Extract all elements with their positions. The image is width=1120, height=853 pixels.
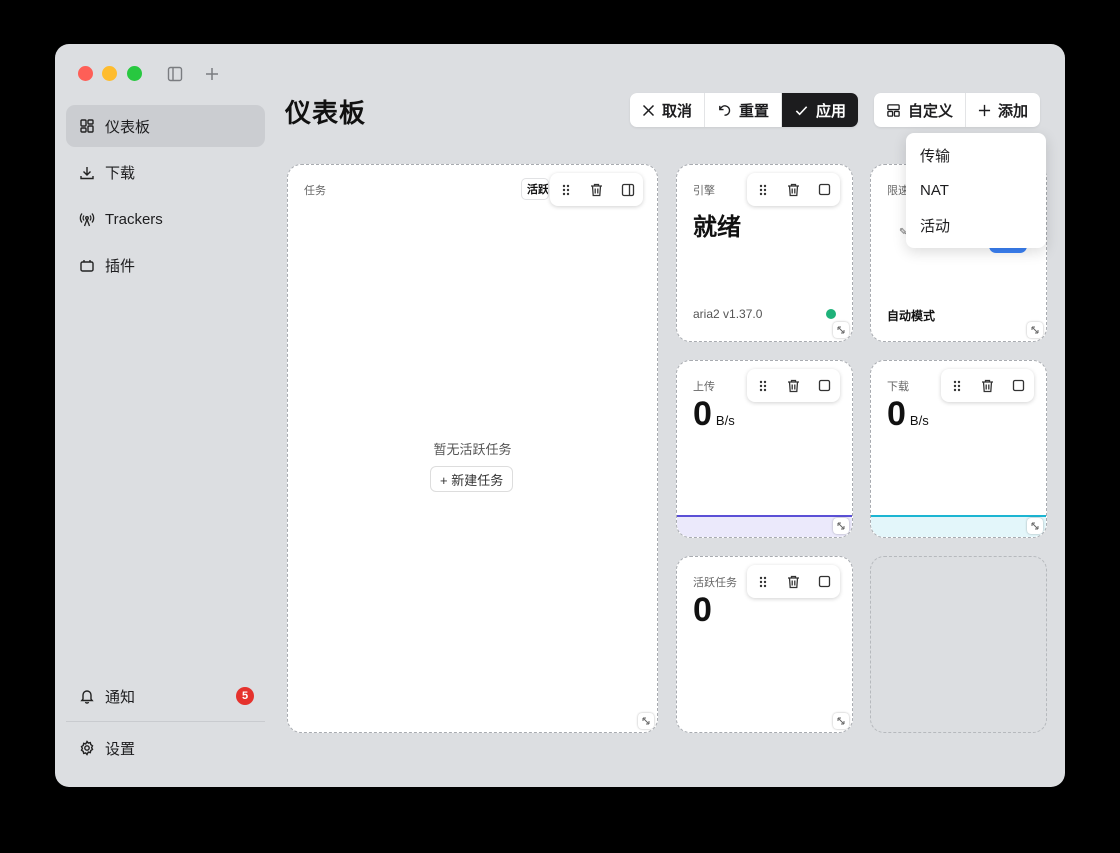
sidebar-item-label: 设置 — [105, 740, 136, 758]
sidebar-item-settings[interactable]: 设置 — [66, 727, 265, 769]
active-tasks-count: 0 — [693, 591, 712, 629]
empty-widget-slot[interactable] — [870, 556, 1047, 733]
sidebar-item-label: 通知 — [105, 688, 136, 706]
app-window: 仪表板 下载 Trackers 插件 通知 5 设置 仪表板 取消 重置 应用 … — [55, 44, 1065, 787]
close-window-button[interactable] — [78, 66, 93, 81]
widget-toolbar — [747, 369, 840, 402]
engine-status-indicator — [826, 309, 836, 319]
sidebar-toggle-icon[interactable] — [166, 65, 184, 83]
gear-icon — [78, 739, 96, 757]
trash-icon[interactable] — [972, 369, 1003, 402]
engine-widget: 引擎 就绪 aria2 v1.37.0 — [676, 164, 853, 342]
widget-label: 任务 — [304, 185, 326, 197]
speed-limit-mode: 自动模式 — [887, 309, 936, 323]
widget-label: 活跃任务 — [693, 577, 737, 589]
check-icon — [795, 105, 808, 115]
tab-active-tasks[interactable]: 活跃 — [521, 178, 549, 200]
widget-toolbar — [747, 565, 840, 598]
square-icon[interactable] — [1003, 369, 1034, 402]
download-chart-area — [871, 517, 1046, 537]
widget-toolbar — [550, 173, 643, 206]
resize-icon[interactable] — [1027, 322, 1043, 338]
antenna-icon — [78, 210, 96, 228]
widget-toolbar — [941, 369, 1034, 402]
square-icon[interactable] — [809, 369, 840, 402]
menu-item-nat[interactable]: NAT — [906, 173, 1046, 208]
widget-label: 下载 — [887, 381, 909, 393]
trash-icon[interactable] — [778, 369, 809, 402]
plus-icon — [978, 104, 991, 116]
drag-handle-icon[interactable] — [550, 173, 581, 206]
edit-actions-group: 取消 重置 应用 — [630, 93, 859, 127]
sidebar-item-label: 仪表板 — [105, 118, 151, 136]
notification-badge: 5 — [236, 687, 254, 705]
plugin-icon — [78, 257, 96, 275]
trash-icon[interactable] — [778, 565, 809, 598]
cancel-button[interactable]: 取消 — [630, 93, 706, 127]
sidebar-item-trackers[interactable]: Trackers — [66, 198, 265, 240]
layout-icon — [887, 103, 900, 117]
sidebar: 仪表板 下载 Trackers 插件 — [66, 105, 265, 291]
panel-toggle-icon[interactable] — [612, 173, 643, 206]
trash-icon[interactable] — [778, 173, 809, 206]
sidebar-item-plugins[interactable]: 插件 — [66, 245, 265, 287]
engine-version: aria2 v1.37.0 — [693, 307, 763, 321]
sidebar-item-label: 插件 — [105, 258, 136, 275]
resize-icon[interactable] — [833, 322, 849, 338]
upload-widget: 上传 0 B/s — [676, 360, 853, 538]
settings-nav: 设置 — [66, 727, 265, 774]
add-widget-menu: 传输 NAT 活动 — [906, 133, 1046, 248]
upload-chart-area — [677, 517, 852, 537]
widget-label: 引擎 — [693, 185, 715, 197]
download-icon — [78, 164, 96, 182]
sidebar-item-notifications[interactable]: 通知 5 — [66, 675, 265, 717]
menu-item-activity[interactable]: 活动 — [906, 208, 1046, 243]
close-icon — [642, 104, 655, 116]
trash-icon[interactable] — [581, 173, 612, 206]
download-speed-value: 0 B/s — [887, 395, 929, 433]
square-icon[interactable] — [809, 173, 840, 206]
sidebar-item-label: Trackers — [105, 210, 163, 228]
sidebar-item-label: 下载 — [105, 165, 136, 182]
drag-handle-icon[interactable] — [747, 565, 778, 598]
drag-handle-icon[interactable] — [941, 369, 972, 402]
sidebar-item-dashboard[interactable]: 仪表板 — [66, 105, 265, 147]
sidebar-divider — [66, 721, 265, 722]
resize-icon[interactable] — [833, 713, 849, 729]
zoom-window-button[interactable] — [127, 66, 142, 81]
page-title: 仪表板 — [285, 98, 367, 128]
add-widget-button[interactable]: 添加 — [966, 93, 1040, 127]
drag-handle-icon[interactable] — [747, 173, 778, 206]
new-task-button[interactable]: + 新建任务 — [430, 466, 514, 492]
sidebar-item-downloads[interactable]: 下载 — [66, 152, 265, 194]
notifications-nav: 通知 5 — [66, 675, 265, 722]
engine-state: 就绪 — [693, 214, 741, 241]
drag-handle-icon[interactable] — [747, 369, 778, 402]
tasks-widget: 任务 活跃 暂无活跃任务 + 新建任务 — [287, 164, 658, 733]
dashboard-icon — [78, 117, 96, 135]
square-icon[interactable] — [809, 565, 840, 598]
bell-icon — [78, 687, 96, 705]
upload-speed-value: 0 B/s — [693, 395, 735, 433]
empty-tasks-message: 暂无活跃任务 — [433, 442, 512, 457]
resize-icon[interactable] — [638, 713, 654, 729]
resize-icon[interactable] — [833, 518, 849, 534]
widget-label: 上传 — [693, 381, 715, 393]
layout-actions-group: 自定义 添加 — [874, 93, 1041, 127]
apply-button[interactable]: 应用 — [782, 93, 859, 127]
reset-button[interactable]: 重置 — [705, 93, 783, 127]
widget-toolbar — [747, 173, 840, 206]
minimize-window-button[interactable] — [102, 66, 117, 81]
menu-item-transfer[interactable]: 传输 — [906, 138, 1046, 173]
active-tasks-widget: 活跃任务 0 — [676, 556, 853, 733]
reset-icon — [719, 104, 731, 116]
download-widget: 下载 0 B/s — [870, 360, 1047, 538]
resize-icon[interactable] — [1027, 518, 1043, 534]
customize-button[interactable]: 自定义 — [874, 93, 967, 127]
plus-icon[interactable] — [203, 65, 221, 83]
